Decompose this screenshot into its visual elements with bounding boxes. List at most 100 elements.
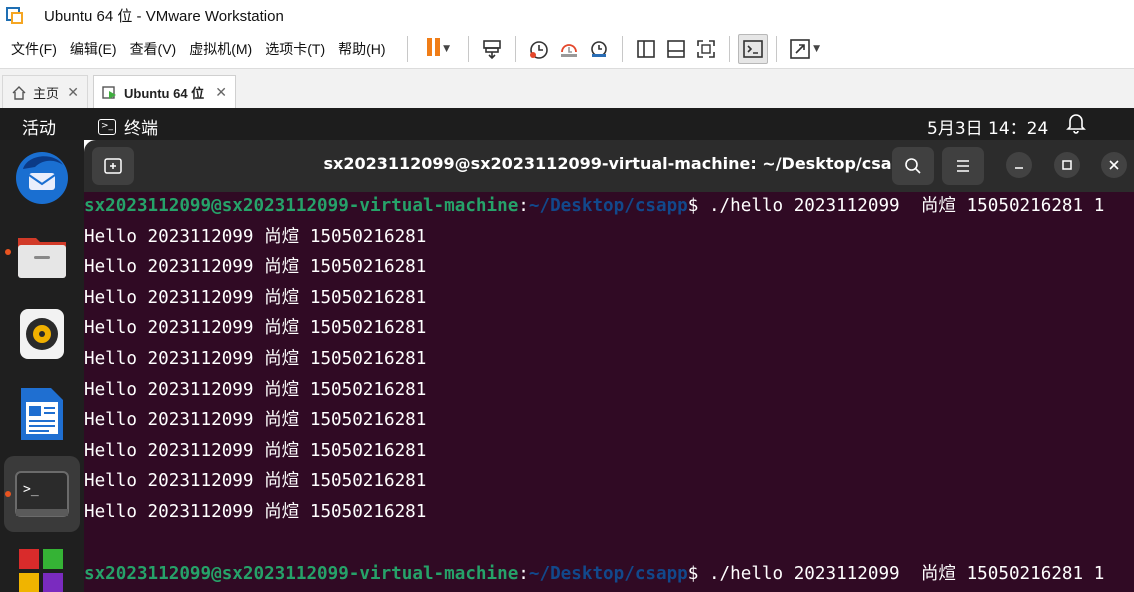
dock-terminal[interactable]: >_ (4, 456, 80, 532)
window-title: Ubuntu 64 位 - VMware Workstation (44, 7, 284, 25)
output-line: Hello 2023112099 尚煊 15050216281 (84, 441, 427, 461)
terminal-header-bar: sx2023112099@sx2023112099-virtual-machin… (84, 140, 1134, 192)
clock[interactable]: 5月3日 14：24 (927, 114, 1048, 139)
tab-ubuntu[interactable]: Ubuntu 64 位 ✕ (93, 75, 236, 109)
output-line: Hello 2023112099 尚煊 15050216281 (84, 349, 427, 369)
output-line: Hello 2023112099 尚煊 15050216281 (84, 288, 427, 308)
command-text: ./hello 2023112099 尚煊 15050216281 1 (698, 564, 1105, 584)
svg-text:>_: >_ (23, 482, 39, 497)
vmware-logo-icon (6, 5, 26, 25)
terminal-app-icon: >_ (98, 118, 116, 135)
toolbar-divider (728, 36, 730, 62)
vm-tab-strip: 主页 ✕ Ubuntu 64 位 ✕ (0, 68, 1134, 109)
toolbar-divider (621, 36, 623, 62)
prompt-dollar: $ (687, 564, 699, 584)
output-line: Hello 2023112099 尚煊 15050216281 (84, 410, 427, 430)
chevron-down-icon: ▼ (813, 44, 821, 54)
console-view-button[interactable] (661, 34, 691, 64)
search-icon (905, 158, 921, 174)
menu-tabs[interactable]: 选项卡(T) (265, 39, 325, 59)
terminal-output[interactable]: sx2023112099@sx2023112099-virtual-machin… (84, 192, 1134, 592)
toolbar-divider (775, 36, 777, 62)
menu-edit[interactable]: 编辑(E) (70, 39, 117, 59)
tab-home[interactable]: 主页 ✕ (2, 75, 88, 109)
sidebar-view-button[interactable] (631, 34, 661, 64)
prompt-user: sx2023112099@sx2023112099-virtual-machin… (84, 196, 519, 216)
toolbar-divider (467, 36, 469, 62)
menu-vm[interactable]: 虚拟机(M) (189, 39, 252, 59)
dock: >_ (0, 140, 84, 592)
home-icon (12, 85, 26, 100)
sidebar-view-icon (636, 40, 655, 58)
console-view-icon (666, 40, 685, 58)
prompt-user: sx2023112099@sx2023112099-virtual-machin… (84, 564, 519, 584)
search-button[interactable] (892, 147, 934, 185)
tab-home-label: 主页 (33, 86, 60, 101)
menu-help[interactable]: 帮助(H) (338, 39, 385, 59)
pause-button[interactable]: ▼ (416, 34, 460, 64)
output-line: Hello 2023112099 尚煊 15050216281 (84, 471, 427, 491)
running-indicator (5, 491, 11, 497)
dock-files[interactable] (10, 222, 74, 286)
snapshot-icon (529, 41, 548, 59)
stretch-button[interactable]: ▼ (785, 34, 825, 64)
output-line: Hello 2023112099 尚煊 15050216281 (84, 318, 427, 338)
running-indicator (5, 249, 11, 255)
prompt-dollar: $ (687, 196, 699, 216)
menu-view[interactable]: 查看(V) (130, 39, 177, 59)
maximize-button[interactable] (1054, 152, 1080, 178)
prompt-line: sx2023112099@sx2023112099-virtual-machin… (84, 560, 1104, 590)
minimize-button[interactable] (1006, 152, 1032, 178)
output-line: Hello 2023112099 尚煊 15050216281 (84, 502, 427, 522)
app-name: 终端 (124, 119, 158, 139)
dock-thunderbird[interactable] (10, 144, 74, 208)
menu-button[interactable] (942, 147, 984, 185)
activities-button[interactable]: 活动 (22, 114, 56, 139)
hamburger-menu-icon (957, 160, 969, 172)
prompt-path: ~/Desktop/csapp (528, 564, 688, 584)
revert-snapshot-button[interactable] (554, 34, 584, 64)
dock-rhythmbox[interactable] (10, 302, 74, 366)
app-menu[interactable]: >_ 终端 (98, 114, 158, 139)
terminal-icon: >_ (15, 471, 69, 517)
snapshot-button[interactable] (524, 34, 554, 64)
terminal-view-button[interactable] (737, 34, 768, 64)
dock-app-grid[interactable] (10, 538, 74, 592)
notification-bell-icon[interactable] (1066, 112, 1086, 134)
chevron-down-icon: ▼ (443, 44, 451, 54)
snapshot-manager-button[interactable] (584, 34, 614, 64)
prompt-line: sx2023112099@sx2023112099-virtual-machin… (84, 192, 1104, 222)
files-icon (18, 238, 66, 278)
minimize-icon (1015, 167, 1023, 169)
menu-toolbar: 文件(F) 编辑(E) 查看(V) 虚拟机(M) 选项卡(T) 帮助(H) ▼ … (0, 30, 1134, 68)
libreoffice-writer-icon (21, 388, 63, 440)
gnome-top-bar: 活动 >_ 终端 5月3日 14：24 (0, 108, 1134, 140)
rhythmbox-icon (20, 309, 64, 359)
close-icon (1109, 160, 1119, 170)
maximize-icon (1062, 160, 1072, 170)
output-line: Hello 2023112099 尚煊 15050216281 (84, 380, 427, 400)
toolbar-divider (514, 36, 516, 62)
vmware-title-bar: Ubuntu 64 位 - VMware Workstation (0, 0, 1134, 30)
stretch-icon (790, 39, 810, 59)
menu-file[interactable]: 文件(F) (11, 39, 57, 59)
toolbar-divider (406, 36, 408, 62)
terminal-view-icon (742, 40, 763, 58)
dock-libreoffice-writer[interactable] (10, 382, 74, 446)
output-line: Hello 2023112099 尚煊 15050216281 (84, 227, 427, 247)
revert-snapshot-icon (560, 44, 577, 57)
prompt-separator: : (518, 564, 529, 584)
send-keys-button[interactable] (477, 34, 507, 64)
fullscreen-icon (696, 40, 715, 58)
send-keys-icon (482, 40, 501, 60)
close-icon[interactable]: ✕ (215, 84, 227, 101)
app-grid-icon (19, 549, 63, 592)
tab-ubuntu-label: Ubuntu 64 位 (124, 86, 205, 101)
output-line: Hello 2023112099 尚煊 15050216281 (84, 257, 427, 277)
thunderbird-icon (16, 152, 68, 204)
close-icon[interactable]: ✕ (67, 84, 79, 101)
fullscreen-button[interactable] (691, 34, 721, 64)
vm-running-icon (102, 85, 116, 99)
pause-icon (425, 38, 441, 60)
close-window-button[interactable] (1101, 152, 1127, 178)
